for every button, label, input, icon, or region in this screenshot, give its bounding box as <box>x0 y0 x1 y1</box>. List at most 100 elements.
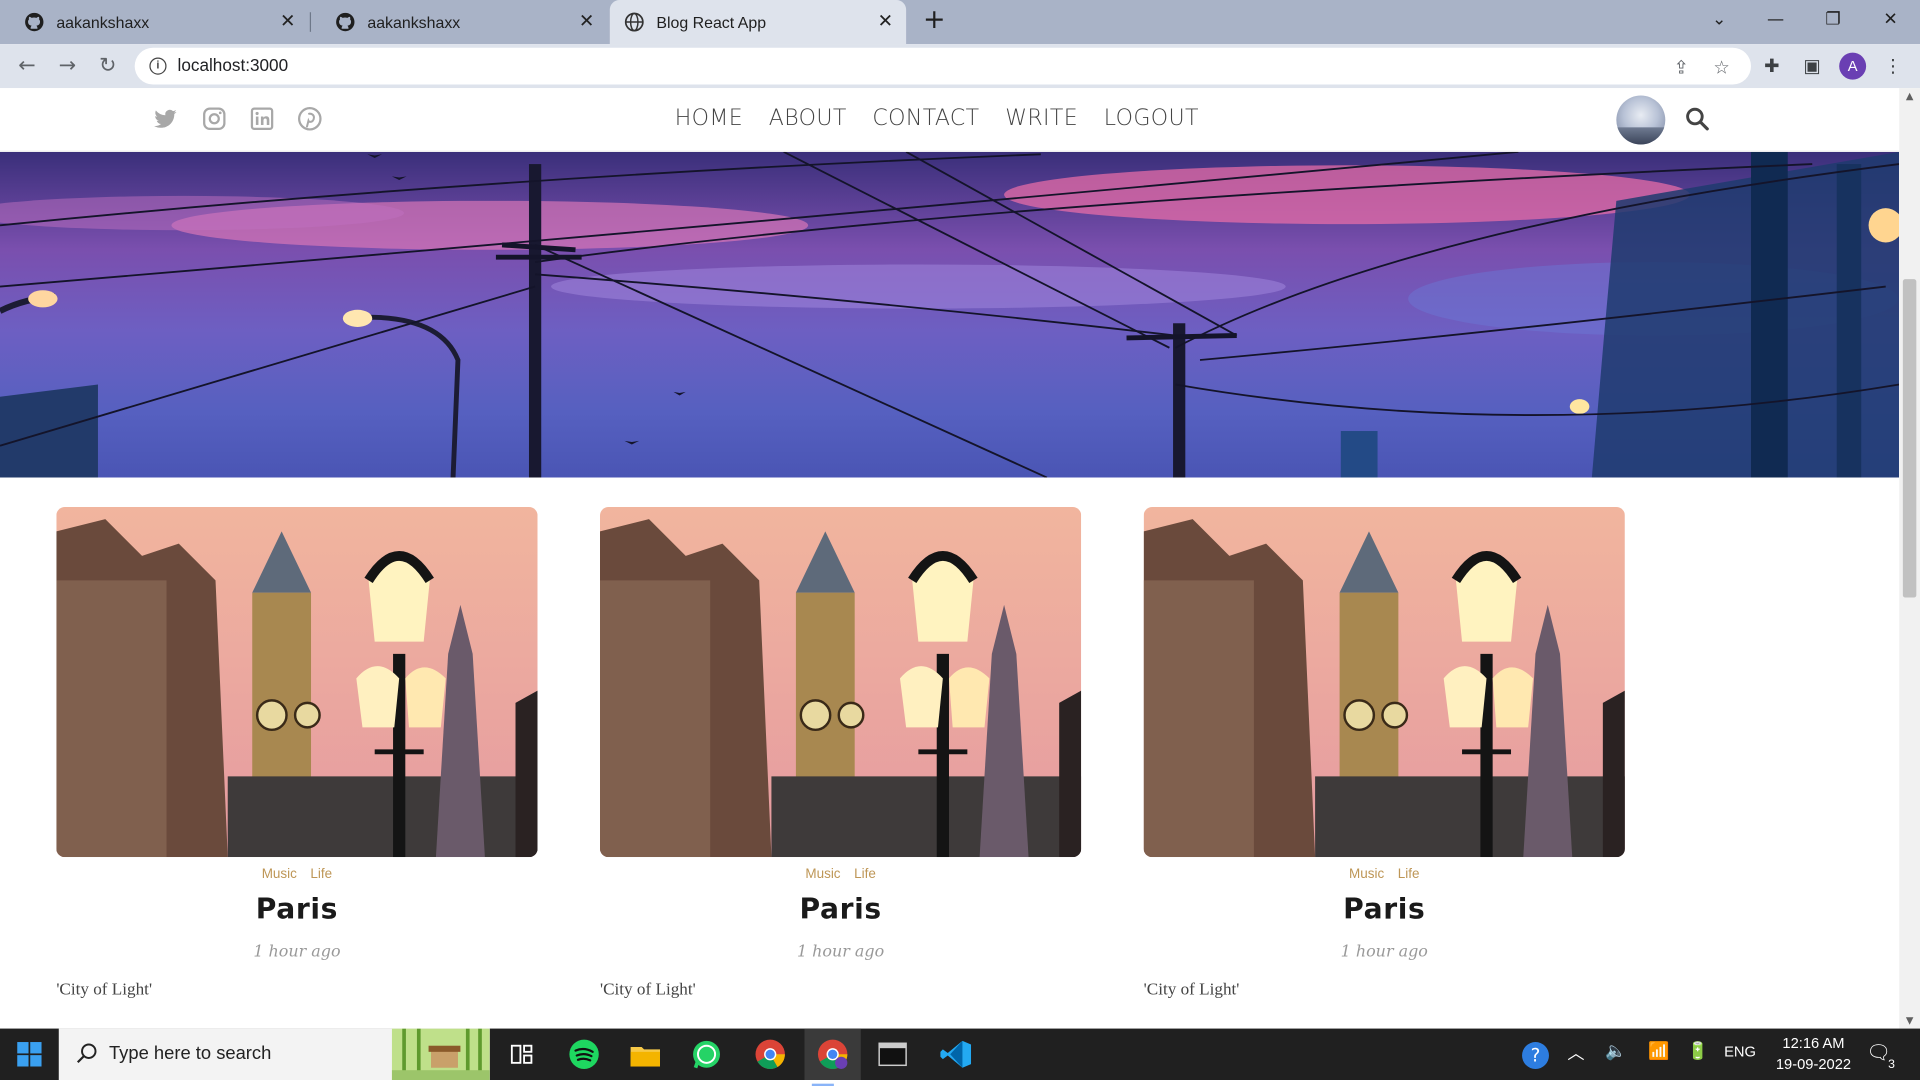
menu-logout-link[interactable]: LOGOUT <box>1104 105 1199 131</box>
tab-search-chevron-icon[interactable]: ⌄ <box>1691 0 1747 39</box>
post-categories: Music Life <box>56 867 537 882</box>
tab-blog-react-app[interactable]: Blog React App ✕ <box>609 0 907 45</box>
hero-banner-image <box>0 151 1900 478</box>
help-icon[interactable]: ? <box>1518 1038 1552 1072</box>
post-image[interactable] <box>600 506 1082 858</box>
tray-chevron-up-icon[interactable]: ︿ <box>1567 1041 1584 1065</box>
tab-title: aakankshaxx <box>367 12 461 32</box>
menu-contact-link[interactable]: CONTACT <box>872 105 979 131</box>
language-indicator[interactable]: ENG <box>1724 1043 1756 1060</box>
pinterest-icon[interactable] <box>296 105 323 132</box>
browser-toolbar: ← → ↻ i localhost:3000 ⇪ ☆ ✚ ▣ A ⋮ <box>0 44 1920 89</box>
twitter-icon[interactable] <box>152 105 179 132</box>
scroll-up-arrow-icon[interactable]: ▲ <box>1904 91 1915 102</box>
vscode-icon[interactable] <box>938 1037 975 1071</box>
taskbar-search-placeholder: Type here to search <box>108 1043 272 1065</box>
post-title[interactable]: Paris <box>1144 894 1625 926</box>
category-tag[interactable]: Music <box>1349 867 1384 882</box>
category-tag[interactable]: Life <box>1398 867 1420 882</box>
taskbar-search-box[interactable]: Type here to search <box>58 1028 490 1081</box>
github-icon <box>25 12 44 32</box>
volume-icon[interactable]: 🔈 <box>1605 1041 1626 1062</box>
tab-title: aakankshaxx <box>56 12 150 32</box>
menu-home-link[interactable]: HOME <box>675 105 743 131</box>
terminal-icon[interactable] <box>874 1037 911 1071</box>
post-card[interactable]: Music Life Paris 1 hour ago 'City of Lig… <box>1143 506 1625 1000</box>
web-page: HOME ABOUT CONTACT WRITE LOGOUT Music Li… <box>0 88 1900 1029</box>
tab-title: Blog React App <box>656 12 767 32</box>
tab-close-icon[interactable]: ✕ <box>576 11 598 33</box>
chrome-icon[interactable] <box>752 1037 789 1071</box>
taskbar-clock[interactable]: 12:16 AM 19-09-2022 <box>1767 1033 1860 1075</box>
reload-icon[interactable]: ↻ <box>93 51 122 80</box>
post-title[interactable]: Paris <box>600 894 1081 926</box>
whatsapp-icon[interactable] <box>688 1037 725 1071</box>
site-topbar: HOME ABOUT CONTACT WRITE LOGOUT <box>0 88 1900 152</box>
github-icon <box>336 12 355 32</box>
category-tag[interactable]: Music <box>262 867 297 882</box>
side-panel-icon[interactable]: ▣ <box>1800 54 1824 78</box>
post-categories: Music Life <box>600 867 1081 882</box>
post-categories: Music Life <box>1144 867 1625 882</box>
notification-count-badge: 3 <box>1885 1057 1898 1072</box>
post-date: 1 hour ago <box>1340 942 1428 962</box>
clock-time: 12:16 AM <box>1782 1034 1845 1052</box>
restore-icon[interactable]: ❐ <box>1805 0 1861 39</box>
category-tag[interactable]: Life <box>310 867 332 882</box>
url-text[interactable]: localhost:3000 <box>178 55 289 75</box>
post-card[interactable]: Music Life Paris 1 hour ago 'City of Lig… <box>56 506 538 1000</box>
windows-start-icon[interactable] <box>17 1042 42 1067</box>
tab-github-2[interactable]: aakankshaxx ✕ <box>311 0 607 44</box>
windows-taskbar: Type here to search ? ︿ 🔈 📶 🔋 ENG 12:16 … <box>0 1028 1920 1086</box>
search-icon[interactable] <box>1684 105 1711 132</box>
tab-close-icon[interactable]: ✕ <box>277 11 299 33</box>
address-bar[interactable]: i localhost:3000 ⇪ ☆ <box>134 47 1752 85</box>
post-image[interactable] <box>1143 506 1625 858</box>
profile-avatar-icon[interactable]: A <box>1839 52 1867 80</box>
main-menu: HOME ABOUT CONTACT WRITE LOGOUT <box>675 105 1225 131</box>
forward-arrow-icon[interactable]: → <box>53 51 82 80</box>
chrome-profile-taskbar-button[interactable] <box>804 1028 861 1086</box>
minimize-icon[interactable]: — <box>1747 0 1803 39</box>
instagram-icon[interactable] <box>201 105 228 132</box>
user-avatar[interactable] <box>1616 95 1666 145</box>
post-description: 'City of Light' <box>1143 980 1240 1000</box>
file-explorer-icon[interactable] <box>627 1037 664 1071</box>
svg-text:?: ? <box>1531 1046 1541 1067</box>
site-info-icon[interactable]: i <box>149 57 167 75</box>
extensions-puzzle-icon[interactable]: ✚ <box>1760 54 1784 78</box>
tab-github-1[interactable]: aakankshaxx ✕ <box>0 0 309 44</box>
post-date: 1 hour ago <box>796 942 885 962</box>
bookmark-star-icon[interactable]: ☆ <box>1711 56 1733 78</box>
spotify-icon[interactable] <box>566 1037 603 1071</box>
page-scrollbar[interactable]: ▲ ▼ <box>1899 88 1920 1029</box>
post-title[interactable]: Paris <box>56 894 537 926</box>
menu-about-link[interactable]: ABOUT <box>769 105 847 131</box>
back-arrow-icon[interactable]: ← <box>12 51 41 80</box>
task-view-icon[interactable] <box>503 1037 540 1071</box>
globe-icon <box>624 12 644 32</box>
post-date: 1 hour ago <box>253 942 341 962</box>
scroll-down-arrow-icon[interactable]: ▼ <box>1904 1015 1915 1026</box>
tab-strip: aakankshaxx ✕ aakankshaxx ✕ Blog React A… <box>0 0 1920 45</box>
search-highlight-bamboo-icon <box>391 1028 490 1081</box>
new-tab-button[interactable]: + <box>921 7 948 34</box>
clock-date: 19-09-2022 <box>1775 1055 1852 1073</box>
search-icon <box>76 1043 97 1064</box>
menu-dots-icon[interactable]: ⋮ <box>1881 54 1905 78</box>
category-tag[interactable]: Life <box>854 867 876 882</box>
post-description: 'City of Light' <box>56 980 153 1000</box>
post-image[interactable] <box>56 506 538 858</box>
category-tag[interactable]: Music <box>805 867 840 882</box>
post-card[interactable]: Music Life Paris 1 hour ago 'City of Lig… <box>600 506 1082 1000</box>
scrollbar-thumb[interactable] <box>1902 279 1917 598</box>
battery-icon[interactable]: 🔋 <box>1687 1041 1708 1062</box>
tab-close-icon[interactable]: ✕ <box>874 11 896 33</box>
wifi-icon[interactable]: 📶 <box>1648 1041 1669 1062</box>
share-icon[interactable]: ⇪ <box>1670 56 1692 78</box>
menu-write-link[interactable]: WRITE <box>1005 105 1078 131</box>
post-description: 'City of Light' <box>600 980 696 1000</box>
close-window-icon[interactable]: ✕ <box>1862 0 1918 39</box>
linkedin-icon[interactable] <box>249 105 276 132</box>
chrome-profile-icon <box>817 1039 848 1069</box>
